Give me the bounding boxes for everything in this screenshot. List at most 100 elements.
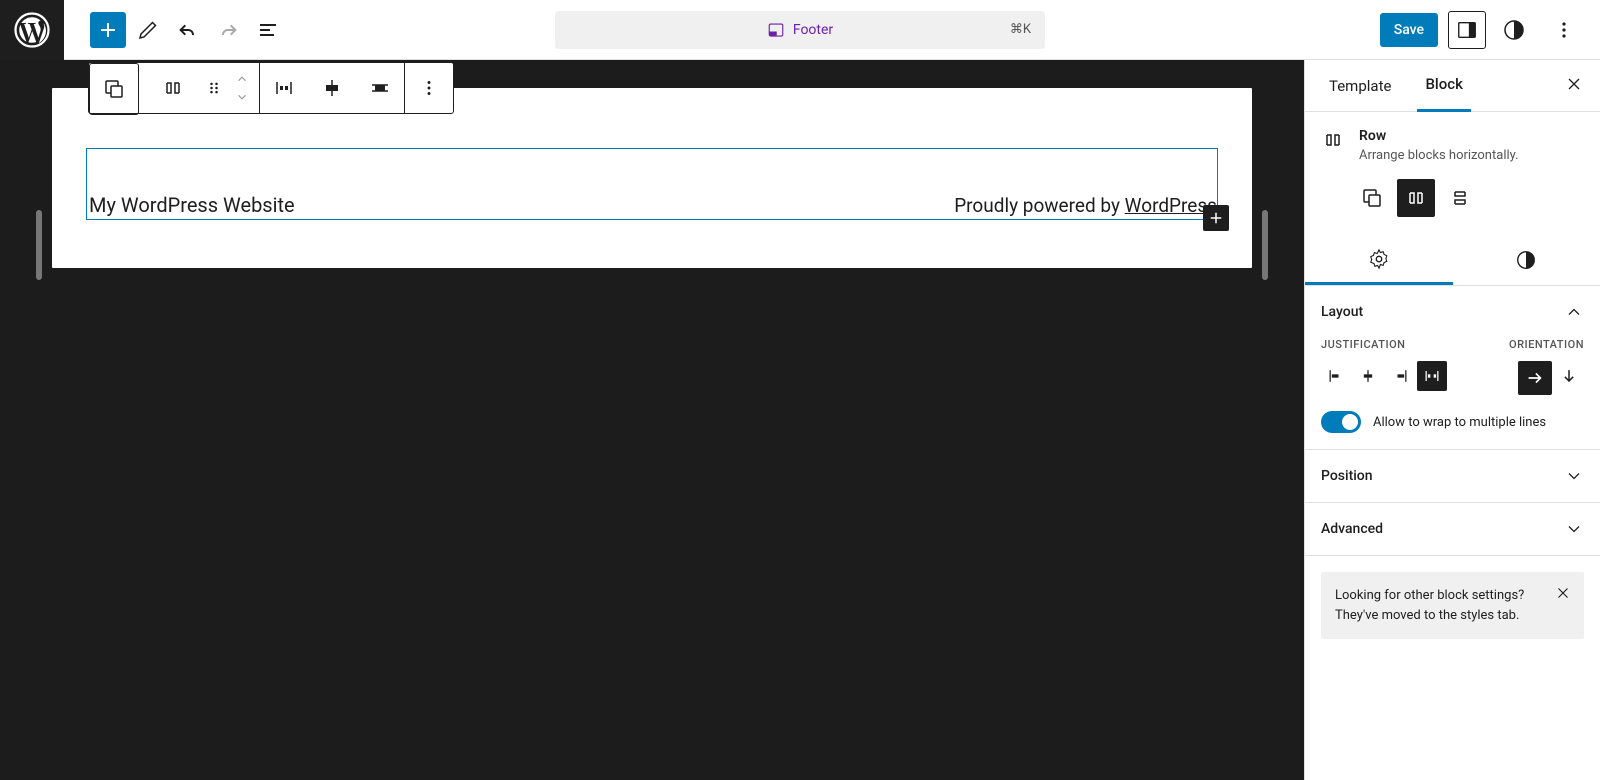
parent-block-button[interactable] [89, 63, 139, 115]
footer-template-part[interactable]: My WordPress Website Proudly powered by … [52, 88, 1252, 268]
layout-icon [767, 21, 785, 39]
justify-button[interactable] [260, 63, 308, 113]
justify-right-icon [1390, 366, 1410, 386]
layout-panel: Layout Justification Orientation [1305, 286, 1600, 450]
align-center-icon [320, 76, 344, 100]
editor-canvas[interactable]: My WordPress Website Proudly powered by … [0, 60, 1304, 780]
save-button[interactable]: Save [1380, 13, 1438, 47]
row-icon [161, 76, 185, 100]
move-up-button[interactable] [231, 70, 253, 88]
block-options-button[interactable] [405, 63, 453, 113]
variation-group-button[interactable] [1353, 179, 1391, 217]
block-type-button[interactable] [149, 63, 197, 113]
inspector-tabs [1305, 235, 1600, 286]
site-title-block[interactable]: My WordPress Website [87, 193, 295, 219]
kebab-icon [418, 77, 440, 99]
sidebar-tabs: Template Block [1305, 60, 1600, 112]
document-overview-button[interactable] [250, 12, 286, 48]
row-icon [1321, 128, 1345, 152]
arrow-down-icon [1559, 366, 1579, 386]
close-icon [1554, 584, 1572, 602]
variation-stack-button[interactable] [1441, 179, 1479, 217]
justify-space-icon [272, 76, 296, 100]
wp-logo[interactable] [0, 0, 64, 60]
top-toolbar: Footer ⌘K Save [0, 0, 1600, 60]
width-button[interactable] [356, 63, 404, 113]
justify-center-button[interactable] [1353, 361, 1383, 391]
justify-left-button[interactable] [1321, 361, 1351, 391]
settings-tab[interactable] [1305, 235, 1453, 285]
justify-left-icon [1326, 366, 1346, 386]
half-circle-icon [1515, 249, 1537, 271]
stack-icon [1448, 186, 1472, 210]
block-title: Row [1359, 128, 1519, 144]
block-variations [1305, 179, 1600, 235]
chevron-down-icon [1564, 519, 1584, 539]
styles-moved-notice: Looking for other block settings? They'v… [1321, 572, 1584, 639]
sidebar-icon [1456, 19, 1478, 41]
justification-label: Justification [1321, 338, 1405, 351]
chevron-up-icon [1564, 302, 1584, 322]
tab-block[interactable]: Block [1417, 60, 1470, 112]
row-icon [1404, 186, 1428, 210]
chevron-up-icon [235, 72, 249, 86]
half-circle-icon [1502, 18, 1526, 42]
move-down-button[interactable] [231, 88, 253, 106]
list-view-icon [256, 18, 280, 42]
document-title: Footer [793, 22, 833, 38]
insert-block-button[interactable] [90, 12, 126, 48]
drag-handle[interactable] [197, 63, 231, 113]
wrap-label: Allow to wrap to multiple lines [1373, 415, 1546, 430]
orientation-vertical-button[interactable] [1554, 361, 1584, 391]
powered-by-text[interactable]: Proudly powered by WordPress [954, 194, 1217, 219]
undo-button[interactable] [170, 12, 206, 48]
wordpress-icon [14, 12, 50, 48]
wrap-toggle[interactable] [1321, 411, 1361, 433]
variation-row-button[interactable] [1397, 179, 1435, 217]
redo-icon [216, 18, 240, 42]
options-button[interactable] [1546, 12, 1582, 48]
resize-handle-left[interactable] [36, 210, 42, 280]
append-block-button[interactable] [1203, 205, 1229, 231]
document-title-bar[interactable]: Footer ⌘K [555, 11, 1045, 49]
styles-toggle[interactable] [1496, 12, 1532, 48]
command-shortcut: ⌘K [1010, 22, 1031, 37]
settings-sidebar-toggle[interactable] [1448, 11, 1486, 49]
orientation-horizontal-button[interactable] [1518, 361, 1552, 395]
drag-icon [204, 78, 224, 98]
gear-icon [1368, 248, 1390, 270]
block-description: Arrange blocks horizontally. [1359, 148, 1519, 163]
align-wide-icon [368, 76, 392, 100]
pencil-icon [136, 18, 160, 42]
tab-template[interactable]: Template [1321, 60, 1399, 112]
chevron-down-icon [1564, 466, 1584, 486]
styles-tab[interactable] [1453, 235, 1600, 285]
settings-sidebar: Template Block Row Arrange blocks horizo… [1304, 60, 1600, 780]
plus-icon [1207, 209, 1225, 227]
align-button[interactable] [308, 63, 356, 113]
row-block[interactable]: My WordPress Website Proudly powered by … [86, 148, 1218, 220]
arrow-right-icon [1524, 367, 1546, 389]
plus-icon [96, 18, 120, 42]
justify-space-icon [1422, 366, 1442, 386]
sidebar-close-button[interactable] [1564, 74, 1584, 98]
kebab-icon [1552, 18, 1576, 42]
justify-center-icon [1358, 366, 1378, 386]
group-icon [1360, 186, 1384, 210]
justify-right-button[interactable] [1385, 361, 1415, 391]
close-icon [1564, 74, 1584, 94]
block-card: Row Arrange blocks horizontally. [1305, 112, 1600, 179]
position-panel: Position [1305, 450, 1600, 503]
orientation-label: Orientation [1509, 338, 1584, 351]
position-panel-toggle[interactable]: Position [1305, 450, 1600, 502]
justify-space-between-button[interactable] [1417, 361, 1447, 391]
notice-dismiss-button[interactable] [1554, 584, 1572, 609]
redo-button[interactable] [210, 12, 246, 48]
block-toolbar [88, 62, 454, 114]
template-part-icon [102, 77, 126, 101]
layout-panel-toggle[interactable]: Layout [1305, 286, 1600, 338]
resize-handle-right[interactable] [1262, 210, 1268, 280]
advanced-panel-toggle[interactable]: Advanced [1305, 503, 1600, 555]
edit-tool-button[interactable] [130, 12, 166, 48]
advanced-panel: Advanced [1305, 503, 1600, 556]
